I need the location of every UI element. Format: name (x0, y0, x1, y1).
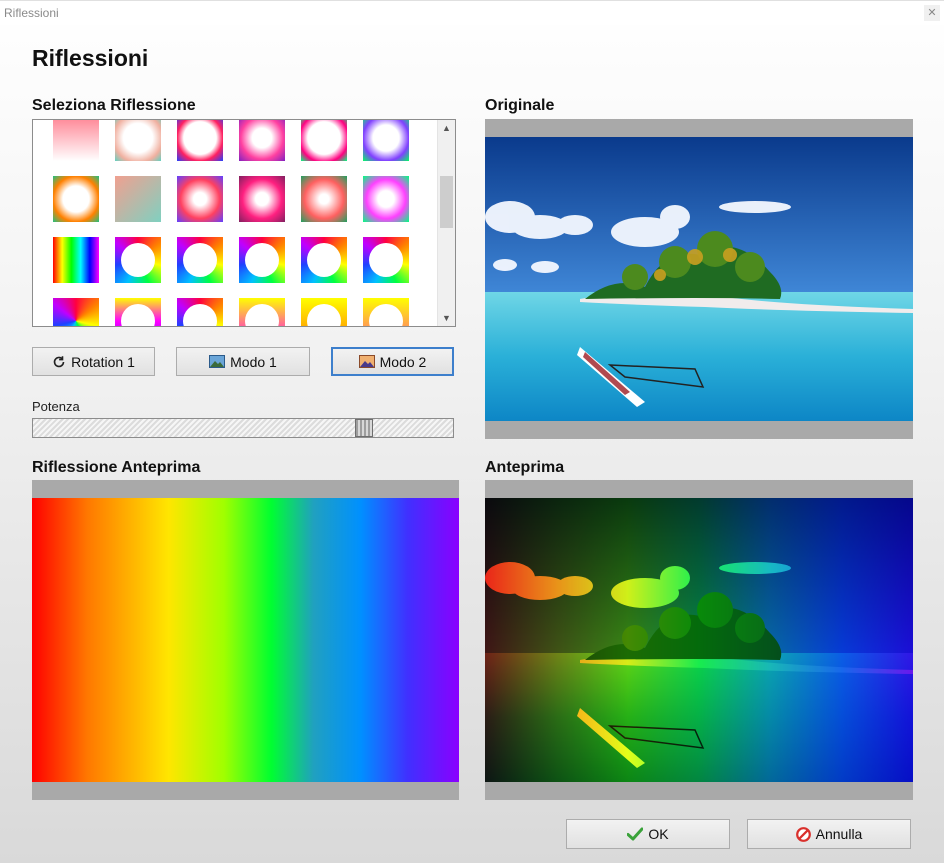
reflections-dialog: Riflessioni ✕ Riflessioni Seleziona Rifl… (0, 0, 944, 863)
image-icon (358, 355, 375, 368)
reflection-thumbnail[interactable] (177, 298, 223, 326)
reflection-thumbnail[interactable] (115, 237, 161, 283)
reflection-thumbnail[interactable] (301, 298, 347, 326)
ok-button-label: OK (648, 826, 669, 842)
reflection-overlay (485, 498, 913, 782)
reflection-thumbnail[interactable] (177, 237, 223, 283)
original-image (485, 137, 913, 421)
preview-image (485, 498, 913, 782)
cancel-icon (795, 826, 811, 842)
reflection-thumbnail[interactable] (177, 120, 223, 161)
power-label: Potenza (32, 399, 80, 414)
scroll-up-icon[interactable]: ▲ (438, 120, 455, 136)
scrollbar-thumb[interactable] (440, 176, 453, 228)
reflection-thumbnail[interactable] (115, 298, 161, 326)
rotate-icon (53, 355, 65, 367)
rotation-button-label: Rotation 1 (71, 353, 135, 370)
reflection-thumbnail[interactable] (363, 176, 409, 222)
reflection-thumbnail[interactable] (363, 298, 409, 326)
reflection-thumbnail[interactable] (301, 176, 347, 222)
reflection-thumbnail[interactable] (53, 298, 99, 326)
select-reflection-label: Seleziona Riflessione (32, 97, 196, 114)
power-slider-knob[interactable] (355, 419, 373, 437)
reflection-preview-pane (32, 480, 459, 800)
reflection-thumbnail[interactable] (115, 176, 161, 222)
checkmark-icon (627, 827, 644, 841)
title-bar: Riflessioni ✕ (0, 0, 944, 25)
preview-label: Anteprima (485, 459, 565, 476)
reflection-preview-label: Riflessione Anteprima (32, 459, 201, 476)
reflection-thumbnail[interactable] (53, 120, 99, 161)
reflection-thumbnail[interactable] (239, 176, 285, 222)
reflection-thumbnail[interactable] (53, 237, 99, 283)
mode2-button-label: Modo 2 (379, 353, 427, 370)
reflection-thumbnail[interactable] (363, 237, 409, 283)
ok-button[interactable]: OK (566, 819, 730, 849)
gallery-scrollbar[interactable]: ▲ ▼ (437, 120, 455, 326)
mode2-button[interactable]: Modo 2 (331, 347, 454, 376)
reflection-thumbnail[interactable] (301, 237, 347, 283)
mode1-button[interactable]: Modo 1 (176, 347, 310, 376)
scroll-down-icon[interactable]: ▼ (438, 310, 455, 326)
reflection-thumbnail[interactable] (239, 120, 285, 161)
image-icon (209, 355, 226, 368)
preview-pane (485, 480, 913, 800)
original-label: Originale (485, 97, 555, 114)
original-pane (485, 119, 913, 439)
close-icon[interactable]: ✕ (924, 5, 940, 21)
cancel-button-label: Annulla (815, 826, 863, 842)
cancel-button[interactable]: Annulla (747, 819, 911, 849)
window-title: Riflessioni (4, 6, 59, 20)
reflection-thumbnail[interactable] (115, 120, 161, 161)
reflection-thumbnail[interactable] (239, 298, 285, 326)
reflection-thumbnail[interactable] (177, 176, 223, 222)
power-slider[interactable] (32, 418, 454, 438)
reflection-preview-image (32, 498, 459, 782)
reflection-thumbnail[interactable] (53, 176, 99, 222)
rotation-button[interactable]: Rotation 1 (32, 347, 155, 376)
reflection-thumbnail[interactable] (239, 237, 285, 283)
reflection-thumbnail[interactable] (301, 120, 347, 161)
mode1-button-label: Modo 1 (230, 353, 277, 370)
dialog-heading: Riflessioni (32, 45, 149, 71)
reflection-thumbnail[interactable] (363, 120, 409, 161)
reflection-gallery[interactable]: ▲ ▼ (32, 119, 456, 327)
